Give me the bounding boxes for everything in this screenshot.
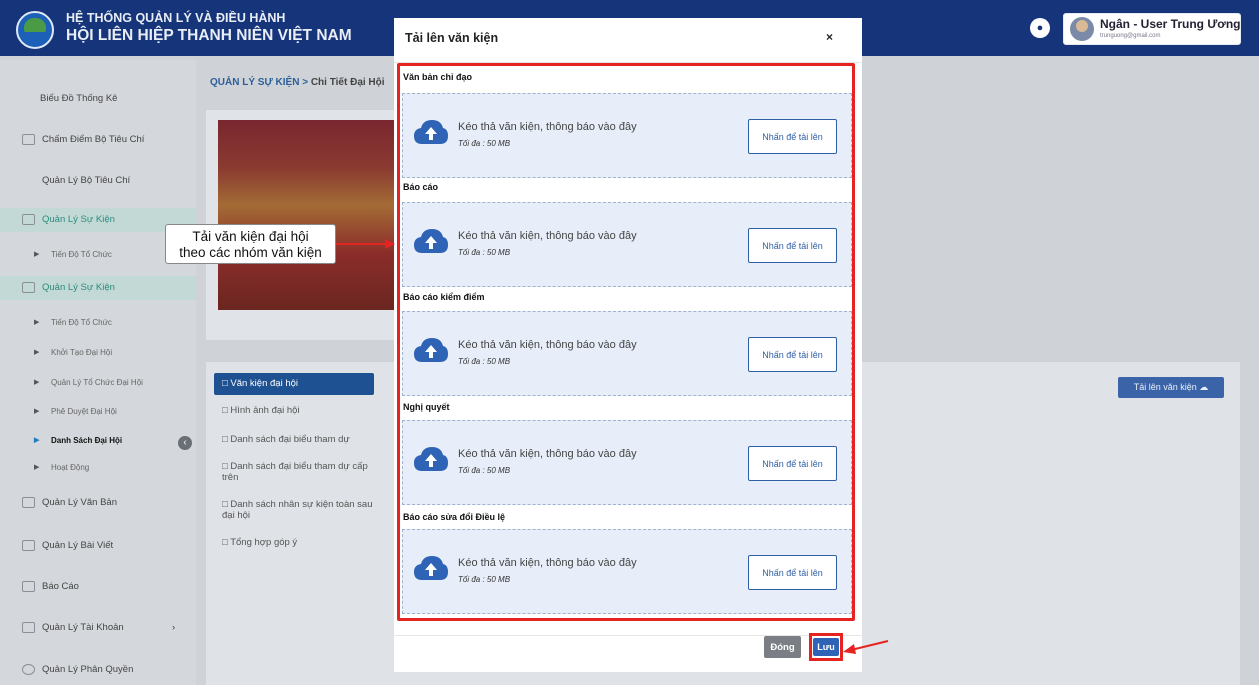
arrow-line bbox=[850, 640, 889, 651]
arrow-head bbox=[843, 644, 856, 654]
annotation-arrows bbox=[336, 239, 889, 654]
arrow-head bbox=[385, 239, 395, 249]
